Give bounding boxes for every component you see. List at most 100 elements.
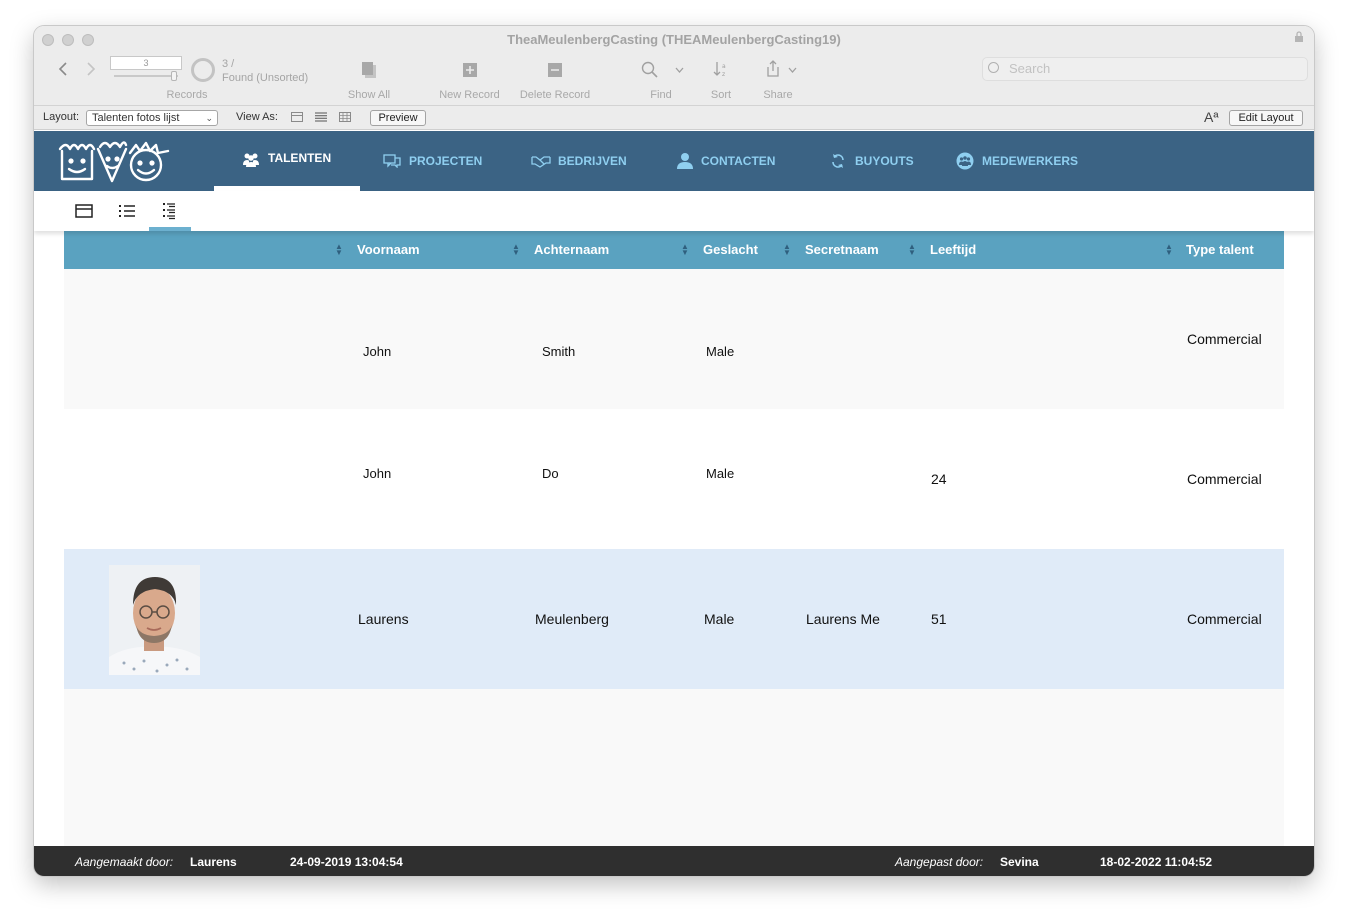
share-icon[interactable] <box>765 60 781 78</box>
svg-text:z: z <box>722 71 725 78</box>
view-active-indicator <box>149 227 191 231</box>
people-icon <box>243 153 259 167</box>
new-record-button[interactable]: New Record <box>432 89 507 101</box>
sort-icon[interactable]: a z <box>712 60 730 78</box>
record-count: 3 / <box>222 58 235 70</box>
table-view-icon[interactable] <box>339 112 351 122</box>
view-switcher-bar <box>34 191 1314 231</box>
edit-layout-button[interactable]: Edit Layout <box>1229 110 1303 126</box>
search-input[interactable]: Search <box>982 57 1308 81</box>
sort-icon[interactable]: ▲ ▼ <box>908 243 916 257</box>
cell-type-talent[interactable]: Commercial <box>1187 471 1262 487</box>
table-row[interactable]: John Do Male 24 Commercial <box>64 409 1284 549</box>
chevron-down-icon: ⌄ <box>205 113 213 123</box>
handshake-icon <box>531 156 551 168</box>
record-footer: Aangemaakt door: Laurens 24-09-2019 13:0… <box>34 846 1314 876</box>
share-menu-chevron-icon[interactable] <box>788 66 797 74</box>
format-font-icon[interactable]: Aª <box>1204 109 1219 125</box>
cell-voornaam[interactable]: John <box>363 344 391 359</box>
record-number-input[interactable]: 3 <box>110 56 182 70</box>
talent-photo[interactable] <box>109 565 200 675</box>
view-as-label: View As: <box>236 111 278 123</box>
record-slider-handle[interactable] <box>171 71 177 81</box>
cell-voornaam[interactable]: John <box>363 466 391 481</box>
find-button[interactable]: Find <box>641 89 681 101</box>
list-icon[interactable] <box>118 202 136 220</box>
delete-record-icon[interactable] <box>547 62 563 78</box>
svg-text:a: a <box>722 63 726 70</box>
cell-type-talent[interactable]: Commercial <box>1187 611 1262 627</box>
main-nav: TALENTEN PROJECTEN BEDRIJVEN CONTACTEN B… <box>34 131 1314 191</box>
sort-icon[interactable]: ▲ ▼ <box>1165 243 1173 257</box>
nav-item-label: TALENTEN <box>268 151 332 165</box>
cell-secretnaam[interactable]: Laurens Me <box>806 611 880 627</box>
table-row[interactable]: John Smith Male Commercial <box>64 269 1284 409</box>
form-view-icon[interactable] <box>291 112 303 122</box>
layout-label: Layout: <box>43 111 80 123</box>
sort-icon[interactable]: ▲ ▼ <box>681 243 689 257</box>
list-content: ▲ ▼ Voornaam ▲ ▼ Achternaam ▲ ▼ Geslacht ▲ ▼… <box>34 231 1314 846</box>
layout-select[interactable]: Talenten fotos lijst ⌄ <box>86 110 218 126</box>
modified-by-value: Sevina <box>1000 855 1039 869</box>
column-header-secretnaam[interactable]: Secretnaam <box>805 231 879 269</box>
contact-icon <box>677 153 693 169</box>
sort-icon[interactable]: ▲ ▼ <box>335 243 343 257</box>
delete-record-button[interactable]: Delete Record <box>512 89 598 101</box>
find-icon[interactable] <box>641 61 659 79</box>
empty-list-area <box>64 689 1284 846</box>
column-header-leeftijd[interactable]: Leeftijd <box>930 231 976 269</box>
created-by-label: Aangemaakt door: <box>75 855 174 869</box>
record-slider[interactable] <box>114 75 178 77</box>
found-status: Found (Unsorted) <box>222 72 309 84</box>
created-by-value: Laurens <box>190 855 237 869</box>
layout-select-value: Talenten fotos lijst <box>92 112 180 124</box>
modified-by-label: Aangepast door: <box>895 855 984 869</box>
nav-item-label: BEDRIJVEN <box>558 154 627 168</box>
column-header-voornaam[interactable]: Voornaam <box>357 231 420 269</box>
detail-list-icon[interactable] <box>161 202 179 220</box>
logo-faces <box>58 141 170 183</box>
cell-geslacht[interactable]: Male <box>704 611 734 627</box>
sort-button[interactable]: Sort <box>701 89 741 101</box>
card-view-icon[interactable] <box>75 202 93 220</box>
share-button[interactable]: Share <box>753 89 803 101</box>
column-header-achternaam[interactable]: Achternaam <box>534 231 609 269</box>
lock-icon <box>1295 31 1303 42</box>
cell-leeftijd[interactable]: 24 <box>931 471 947 487</box>
table-row-selected[interactable]: Laurens Meulenberg Male Laurens Me 51 Co… <box>64 549 1284 689</box>
show-all-button[interactable]: Show All <box>339 89 399 101</box>
cell-geslacht[interactable]: Male <box>706 466 734 481</box>
cell-achternaam[interactable]: Do <box>542 466 559 481</box>
column-header-type-talent[interactable]: Type talent <box>1186 231 1254 269</box>
window-title: TheaMeulenbergCasting (THEAMeulenbergCas… <box>507 32 841 47</box>
cell-achternaam[interactable]: Smith <box>542 344 575 359</box>
cell-geslacht[interactable]: Male <box>706 344 734 359</box>
nav-item-label: MEDEWERKERS <box>982 154 1079 168</box>
nav-item-label: PROJECTEN <box>409 154 483 168</box>
table-header: ▲ ▼ Voornaam ▲ ▼ Achternaam ▲ ▼ Geslacht ▲ ▼… <box>64 231 1284 269</box>
cell-voornaam[interactable]: Laurens <box>358 611 409 627</box>
group-icon <box>956 152 974 170</box>
portrait-image <box>109 565 200 675</box>
modified-at-value: 18-02-2022 11:04:52 <box>1100 855 1213 869</box>
next-record-icon[interactable] <box>86 62 96 76</box>
refresh-icon <box>832 154 844 168</box>
title-toolbar: TheaMeulenbergCasting (THEAMeulenbergCas… <box>34 26 1314 106</box>
preview-button[interactable]: Preview <box>370 110 426 126</box>
records-label: Records <box>166 89 208 101</box>
chat-icon <box>383 154 401 168</box>
previous-record-icon[interactable] <box>58 62 68 76</box>
record-pie-icon <box>191 58 215 82</box>
nav-item-label: CONTACTEN <box>701 154 776 168</box>
created-at-value: 24-09-2019 13:04:54 <box>290 855 403 869</box>
show-all-icon[interactable] <box>360 60 378 80</box>
sort-icon[interactable]: ▲ ▼ <box>512 243 520 257</box>
new-record-icon[interactable] <box>462 62 478 78</box>
list-view-icon[interactable] <box>315 112 327 122</box>
cell-achternaam[interactable]: Meulenberg <box>535 611 609 627</box>
find-menu-chevron-icon[interactable] <box>675 66 684 74</box>
column-header-geslacht[interactable]: Geslacht <box>703 231 758 269</box>
cell-type-talent[interactable]: Commercial <box>1187 331 1262 347</box>
cell-leeftijd[interactable]: 51 <box>931 611 947 627</box>
sort-icon[interactable]: ▲ ▼ <box>783 243 791 257</box>
